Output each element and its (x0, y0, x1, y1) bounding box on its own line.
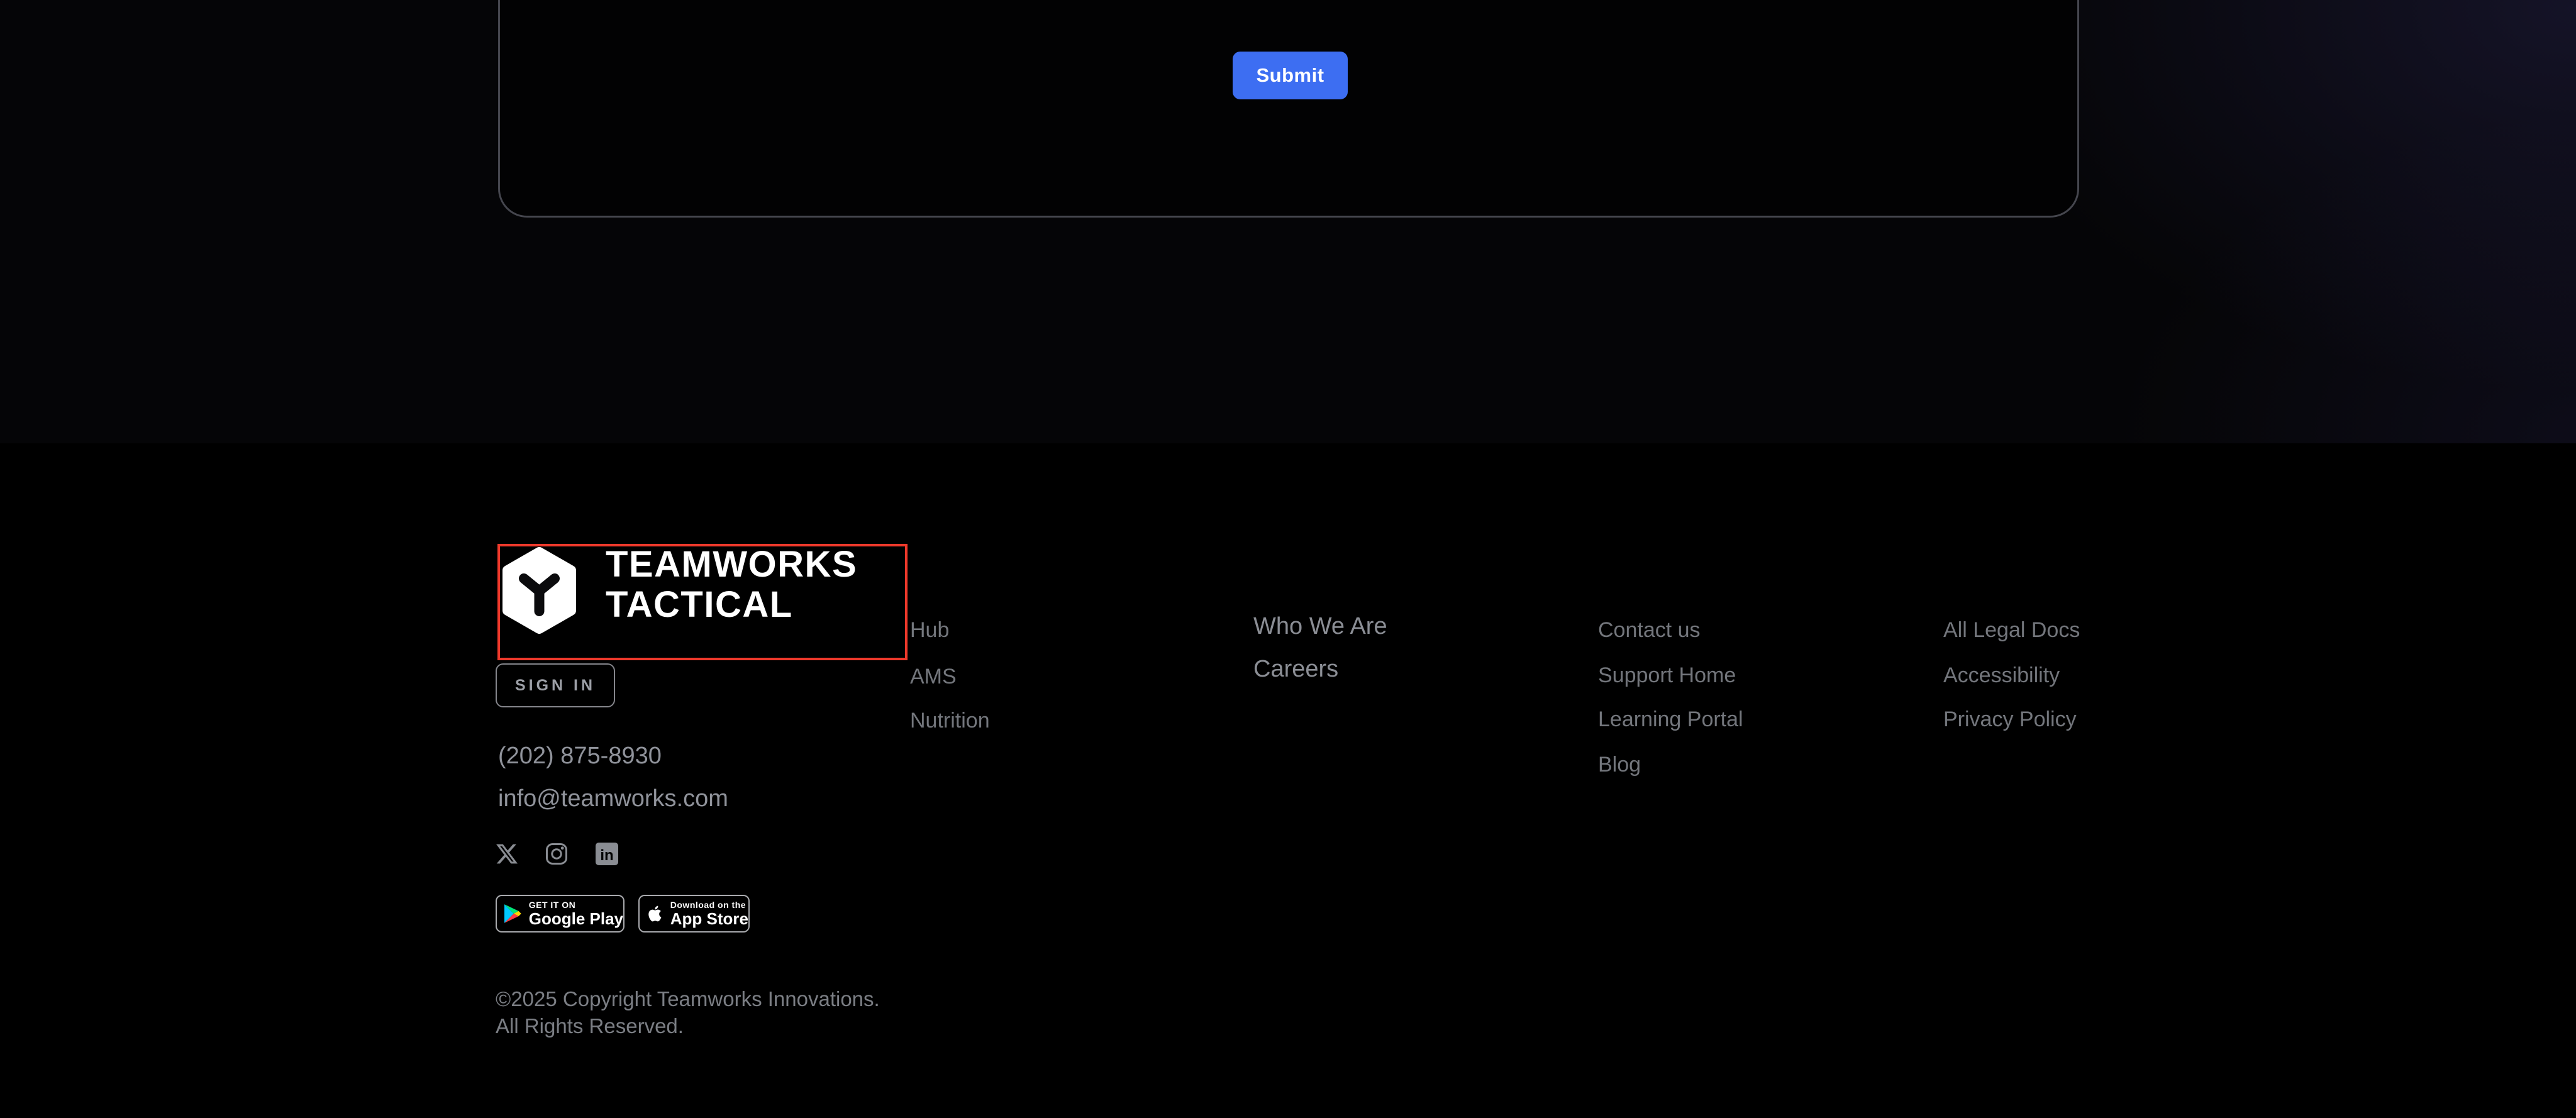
form-card: Submit (498, 0, 2079, 218)
app-store-tagline: Download on the (670, 900, 748, 910)
email-link[interactable]: info@teamworks.com (498, 787, 728, 811)
nav-link-learning-portal[interactable]: Learning Portal (1598, 709, 1743, 730)
nav-link-privacy-policy[interactable]: Privacy Policy (1943, 709, 2077, 730)
google-play-badge[interactable]: GET IT ON Google Play (496, 895, 625, 933)
copyright-line1: ©2025 Copyright Teamworks Innovations. (496, 985, 880, 1012)
footer: TEAMWORKS TACTICAL SIGN IN (202) 875-893… (0, 443, 2576, 1118)
copyright: ©2025 Copyright Teamworks Innovations. A… (496, 985, 880, 1039)
google-play-tagline: GET IT ON (529, 900, 623, 910)
nav-link-support-home[interactable]: Support Home (1598, 665, 1736, 686)
nav-link-contact-us[interactable]: Contact us (1598, 619, 1701, 641)
nav-link-blog[interactable]: Blog (1598, 754, 1641, 775)
x-icon (496, 843, 518, 865)
nav-link-who-we-are[interactable]: Who We Are (1253, 614, 1387, 638)
hexagon-y-logo-icon (499, 547, 580, 634)
linkedin-icon: in (596, 843, 618, 865)
svg-text:in: in (600, 847, 613, 864)
social-link-x[interactable] (496, 843, 518, 865)
store-badges: GET IT ON Google Play Download on the Ap… (496, 895, 750, 933)
instagram-icon (545, 843, 568, 865)
nav-link-hub[interactable]: Hub (910, 619, 949, 641)
google-play-store-name: Google Play (529, 910, 623, 927)
phone-link[interactable]: (202) 875-8930 (498, 744, 662, 768)
sign-in-button[interactable]: SIGN IN (496, 663, 615, 707)
nav-link-accessibility[interactable]: Accessibility (1943, 665, 2060, 686)
apple-icon (647, 902, 663, 925)
nav-link-ams[interactable]: AMS (910, 666, 957, 687)
social-links: in (496, 843, 618, 865)
brand-name-line1: TEAMWORKS (606, 545, 857, 585)
submit-button[interactable]: Submit (1233, 52, 1348, 99)
google-play-triangle-icon (504, 901, 521, 926)
top-section: Submit (0, 0, 2576, 443)
nav-link-careers[interactable]: Careers (1253, 657, 1338, 681)
app-store-store-name: App Store (670, 910, 748, 927)
brand-name: TEAMWORKS TACTICAL (606, 545, 857, 625)
app-store-badge[interactable]: Download on the App Store (638, 895, 750, 933)
nav-link-all-legal-docs[interactable]: All Legal Docs (1943, 619, 2080, 641)
copyright-line2: All Rights Reserved. (496, 1012, 880, 1039)
brand-logo-link[interactable]: TEAMWORKS TACTICAL (499, 547, 901, 657)
brand-name-line2: TACTICAL (606, 585, 857, 625)
nav-link-nutrition[interactable]: Nutrition (910, 710, 990, 731)
social-link-linkedin[interactable]: in (596, 843, 618, 865)
social-link-instagram[interactable] (545, 843, 568, 865)
page: Submit TEAMWORKS TACTICAL SIGN IN (202) … (0, 0, 2576, 1118)
